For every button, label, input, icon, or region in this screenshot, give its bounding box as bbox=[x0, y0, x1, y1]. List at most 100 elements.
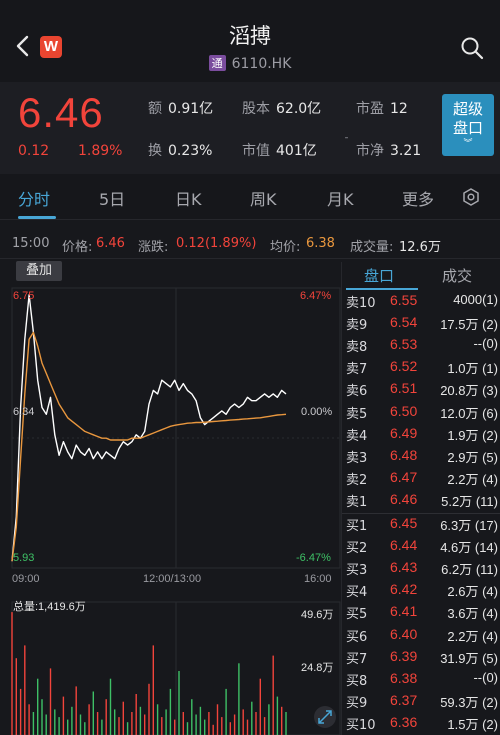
level-volume: 31.9万 (5) bbox=[440, 650, 498, 666]
volume-bar bbox=[285, 712, 287, 735]
bid-row[interactable]: 买10 6.36 1.5万 (2) bbox=[346, 712, 500, 734]
ask-row[interactable]: 卖4 6.49 1.9万 (2) bbox=[346, 423, 500, 445]
volume-bar bbox=[32, 712, 35, 735]
last-price: 6.46 bbox=[18, 89, 104, 136]
tab-monthly-k[interactable]: 月K bbox=[327, 186, 354, 210]
ask-row[interactable]: 卖8 6.53 --(0) bbox=[346, 334, 500, 356]
volume-bar bbox=[259, 678, 261, 735]
info-time: 15:00 bbox=[12, 236, 50, 251]
volume-bar bbox=[41, 699, 43, 735]
y-axis-right-top: 6.47% bbox=[300, 290, 332, 302]
tab-5day[interactable]: 5日 bbox=[99, 186, 125, 210]
volume-bar bbox=[276, 696, 279, 735]
avg-price-series-line bbox=[11, 331, 287, 562]
level-label: 买4 bbox=[346, 585, 368, 601]
chevron-down-icon: ︾ bbox=[463, 139, 473, 149]
stat-turnover-rate: 换 0.23% bbox=[148, 143, 213, 159]
bid-row[interactable]: 买2 6.44 4.6万 (14) bbox=[346, 535, 500, 557]
level-label: 买3 bbox=[346, 563, 368, 579]
y-axis-right-mid: 0.00% bbox=[301, 406, 333, 418]
level-label: 买10 bbox=[346, 717, 376, 733]
x-axis-close: 16:00 bbox=[304, 573, 332, 585]
volume-bar bbox=[92, 691, 94, 735]
level-volume: 4000(1) bbox=[453, 292, 498, 307]
level-label: 买2 bbox=[346, 541, 368, 557]
level-label: 卖8 bbox=[346, 340, 368, 356]
volume-bar bbox=[49, 668, 52, 735]
level-label: 卖2 bbox=[346, 472, 368, 488]
tab-trades[interactable]: 成交 bbox=[442, 265, 472, 286]
volume-bar bbox=[67, 719, 69, 735]
tab-orderbook[interactable]: 盘口 bbox=[364, 265, 394, 286]
bid-row[interactable]: 买9 6.37 59.3万 (2) bbox=[346, 690, 500, 712]
volume-bar bbox=[11, 612, 13, 735]
price-change: 0.12 bbox=[18, 143, 50, 159]
ask-row[interactable]: 卖2 6.47 2.2万 (4) bbox=[346, 467, 500, 489]
volume-bar bbox=[62, 696, 65, 735]
ask-row[interactable]: 卖6 6.51 20.8万 (3) bbox=[346, 378, 500, 400]
ask-row[interactable]: 卖9 6.54 17.5万 (2) bbox=[346, 312, 500, 334]
bid-row[interactable]: 买3 6.43 6.2万 (11) bbox=[346, 557, 500, 579]
volume-bar bbox=[272, 655, 274, 735]
volume-bar bbox=[199, 706, 202, 735]
level-volume: 17.5万 (2) bbox=[440, 317, 498, 333]
tab-intraday[interactable]: 分时 bbox=[18, 186, 50, 210]
y-axis-right-bottom: -6.47% bbox=[296, 552, 331, 564]
tab-daily-k[interactable]: 日K bbox=[175, 186, 202, 210]
volume-bar bbox=[233, 714, 236, 735]
info-volume-label: 成交量: bbox=[350, 240, 394, 255]
info-volume: 12.6万 bbox=[399, 240, 441, 255]
level-volume: 1.9万 (2) bbox=[447, 427, 498, 443]
ask-row[interactable]: 卖10 6.55 4000(1) bbox=[346, 290, 500, 312]
bid-row[interactable]: 买5 6.41 3.6万 (4) bbox=[346, 601, 500, 623]
search-icon[interactable] bbox=[460, 36, 484, 60]
level-volume: --(0) bbox=[473, 336, 498, 352]
level-volume: 59.3万 (2) bbox=[440, 694, 498, 710]
expand-chart-icon[interactable] bbox=[314, 706, 336, 728]
settings-icon[interactable] bbox=[462, 188, 480, 206]
ask-row[interactable]: 卖5 6.50 12.0万 (6) bbox=[346, 401, 500, 423]
x-axis-open: 09:00 bbox=[12, 573, 40, 585]
tab-weekly-k[interactable]: 周K bbox=[250, 186, 277, 210]
bid-row[interactable]: 买4 6.42 2.6万 (4) bbox=[346, 579, 500, 601]
tick-mark: ˉ bbox=[344, 137, 349, 148]
ask-row[interactable]: 卖1 6.46 5.2万 (11) bbox=[346, 489, 500, 511]
level-volume: 6.2万 (11) bbox=[441, 562, 498, 578]
level-label: 买5 bbox=[346, 607, 368, 623]
ask-row[interactable]: 卖3 6.48 2.9万 (5) bbox=[346, 445, 500, 467]
bid-row[interactable]: 买8 6.38 --(0) bbox=[346, 668, 500, 690]
period-tabs: 分时 5日 日K 周K 月K 更多 bbox=[0, 174, 500, 220]
volume-bar bbox=[169, 688, 172, 735]
volume-bar bbox=[84, 722, 86, 735]
volume-bar bbox=[152, 645, 154, 735]
stat-turnover-amount: 额 0.91亿 bbox=[148, 101, 214, 117]
bid-row[interactable]: 买6 6.40 2.2万 (4) bbox=[346, 624, 500, 646]
volume-bar bbox=[229, 722, 231, 735]
level-price: 6.52 bbox=[390, 358, 418, 375]
volume-bar bbox=[242, 709, 244, 735]
level-price: 6.37 bbox=[390, 691, 418, 708]
volume-bar bbox=[101, 719, 103, 735]
stat-pb: 市净 3.21 bbox=[356, 143, 422, 159]
level-volume: 6.3万 (17) bbox=[440, 518, 498, 533]
level-volume: 3.6万 (4) bbox=[447, 606, 498, 622]
level-label: 卖3 bbox=[346, 450, 368, 466]
level-price: 6.40 bbox=[390, 625, 418, 642]
y-axis-left-top: 6.75 bbox=[13, 290, 35, 302]
info-change-label: 涨跌: bbox=[138, 240, 169, 255]
orderbook-mid-divider bbox=[342, 513, 500, 514]
volume-bar bbox=[225, 688, 227, 735]
bid-row[interactable]: 买7 6.39 31.9万 (5) bbox=[346, 646, 500, 668]
intraday-chart-area[interactable] bbox=[0, 262, 342, 735]
overlay-button[interactable]: 叠加 bbox=[16, 261, 62, 281]
bid-row[interactable]: 买1 6.45 6.3万 (17) bbox=[346, 513, 500, 535]
super-orderbook-button[interactable]: 超级 盘口 ︾ bbox=[442, 94, 494, 156]
volume-bar bbox=[114, 709, 116, 735]
info-price: 6.46 bbox=[96, 236, 125, 251]
volume-bar bbox=[28, 704, 30, 735]
level-label: 买7 bbox=[346, 651, 368, 667]
ask-row[interactable]: 卖7 6.52 1.0万 (1) bbox=[346, 356, 500, 378]
level-price: 6.50 bbox=[390, 402, 418, 419]
tab-more[interactable]: 更多 bbox=[402, 186, 434, 210]
level-label: 买6 bbox=[346, 629, 368, 645]
